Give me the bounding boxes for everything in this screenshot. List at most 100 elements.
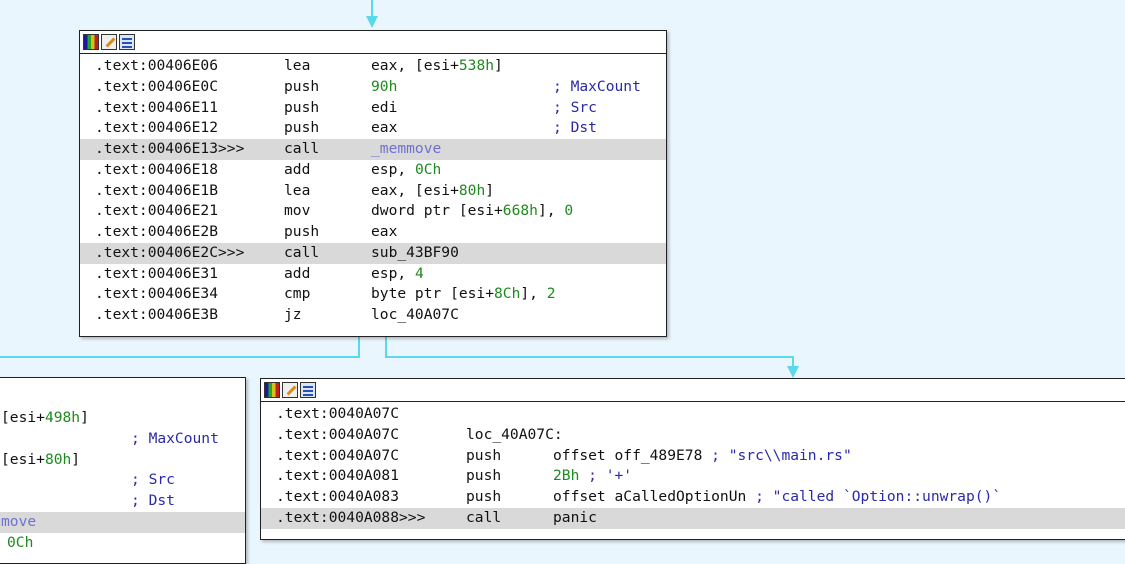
address: .text:0040A088>>> bbox=[276, 508, 426, 526]
mnemonic: push bbox=[466, 446, 502, 464]
mnemonic: push bbox=[284, 119, 320, 137]
code-line[interactable]: .text:0040A07C bbox=[261, 404, 1125, 425]
code-line[interactable]: .text:0040A083 push offset aCalledOptionUn… bbox=[261, 487, 1125, 508]
node-list-icon[interactable] bbox=[300, 382, 316, 398]
mnemonic: push bbox=[284, 98, 320, 116]
operand-text: ], bbox=[520, 285, 547, 303]
operand-symbol: move bbox=[1, 512, 37, 530]
code-line[interactable]: .text:00406E0C push ; MaxCount 90h bbox=[80, 77, 666, 98]
disassembly-listing: .text:00406E06 lea eax, [esi+538h] .text:00… bbox=[80, 54, 666, 326]
comment: ; Src bbox=[131, 471, 175, 489]
code-line[interactable]: 0Ch bbox=[0, 533, 245, 554]
code-block-node-40A07C[interactable]: .text:0040A07C .text:0040A07C loc_40A07C:.… bbox=[260, 378, 1125, 540]
operand-number: 2 bbox=[546, 285, 556, 303]
code-line[interactable]: [esi+498h] bbox=[0, 408, 245, 429]
code-line[interactable]: .text:00406E21 mov dword ptr [esi+668h], 0 bbox=[80, 201, 666, 222]
arrowhead-loc-40A07C bbox=[787, 366, 799, 378]
code-line[interactable]: .text:0040A07C loc_40A07C: bbox=[261, 425, 1125, 446]
code-line[interactable]: .text:00406E34 cmp byte ptr [esi+8Ch], 2 bbox=[80, 284, 666, 305]
operand-text: sub_43BF90 bbox=[371, 243, 459, 261]
edge-fallthrough bbox=[0, 335, 360, 358]
operand-text: ] bbox=[485, 181, 495, 199]
address: .text:00406E2B bbox=[95, 223, 219, 240]
edit-node-icon[interactable] bbox=[282, 382, 298, 398]
operands: dword ptr [esi+668h], 0 bbox=[371, 201, 573, 222]
operand-text: panic bbox=[553, 508, 597, 526]
code-line[interactable]: .text:00406E2C>>> call sub_43BF90 bbox=[80, 242, 666, 264]
mnemonic: add bbox=[284, 160, 311, 178]
comment: ; Src bbox=[553, 98, 597, 116]
mnemonic: push bbox=[466, 488, 502, 505]
code-line[interactable]: .text:00406E2B push eax bbox=[80, 222, 666, 243]
comment: ; Dst bbox=[553, 119, 597, 137]
operands: eax bbox=[371, 222, 397, 243]
mnemonic: call bbox=[284, 243, 320, 261]
code-line[interactable]: ; Src bbox=[0, 470, 245, 491]
code-line[interactable]: .text:00406E06 lea eax, [esi+538h] bbox=[80, 56, 666, 77]
address: .text:00406E3B bbox=[95, 306, 219, 323]
operand-text: loc_40A07C bbox=[371, 306, 459, 323]
address: .text:0040A07C bbox=[276, 425, 400, 443]
address: .text:00406E21 bbox=[95, 202, 219, 220]
comment: ; Dst bbox=[131, 492, 175, 509]
operand-text: esp, bbox=[371, 264, 415, 282]
operands: esp, 0Ch bbox=[371, 160, 441, 181]
comment: ; MaxCount bbox=[553, 77, 641, 95]
operands: move bbox=[1, 512, 36, 533]
code-line[interactable]: .text:0040A088>>> call panic bbox=[261, 507, 1125, 529]
address: .text:00406E06 bbox=[95, 57, 219, 74]
code-line[interactable]: ; Dst bbox=[0, 491, 245, 512]
operands: edi bbox=[371, 98, 397, 119]
operands: eax, [esi+538h] bbox=[371, 56, 503, 77]
mnemonic: add bbox=[284, 264, 311, 282]
node-header bbox=[80, 31, 666, 54]
operand-text: ] bbox=[80, 409, 89, 426]
code-line[interactable]: move bbox=[0, 511, 245, 533]
code-line[interactable]: .text:00406E18 add esp, 0Ch bbox=[80, 160, 666, 181]
code-line[interactable]: .text:00406E31 add esp, 4 bbox=[80, 264, 666, 285]
comment: ; '+' bbox=[588, 467, 633, 485]
address: .text:0040A07C bbox=[276, 446, 400, 464]
address: .text:0040A083 bbox=[276, 488, 400, 505]
operand-text: dword ptr [esi+ bbox=[371, 202, 503, 220]
mnemonic: push bbox=[284, 223, 320, 240]
code-block-node-partial[interactable]: [esi+498h]; MaxCount [esi+80h]; Src ; Dst m… bbox=[0, 377, 246, 564]
node-list-icon[interactable] bbox=[119, 34, 135, 50]
code-line[interactable]: .text:00406E12 push ; Dst eax bbox=[80, 118, 666, 139]
operand-text: byte ptr [esi+ bbox=[371, 285, 495, 303]
graph-canvas[interactable]: .text:00406E06 lea eax, [esi+538h] .text:00… bbox=[0, 0, 1125, 564]
graph-view-icon[interactable] bbox=[83, 34, 99, 50]
code-line[interactable]: .text:00406E11 push ; Src edi bbox=[80, 98, 666, 119]
operand-number: 4 bbox=[414, 264, 424, 282]
operand-text: ] bbox=[71, 450, 81, 468]
code-line[interactable]: .text:00406E3B jz loc_40A07C bbox=[80, 305, 666, 326]
arrowhead-top bbox=[366, 16, 378, 28]
operand-text bbox=[579, 467, 588, 484]
code-line[interactable]: .text:00406E1B lea eax, [esi+80h] bbox=[80, 181, 666, 202]
operand-number: 0 bbox=[564, 202, 574, 220]
operands: 2Bh ; '+' bbox=[553, 466, 632, 487]
disassembly-listing: .text:0040A07C .text:0040A07C loc_40A07C:.… bbox=[261, 402, 1125, 529]
address: .text:00406E31 bbox=[95, 264, 219, 282]
code-line[interactable]: .text:0040A07C push offset off_489E78 ; "s… bbox=[261, 446, 1125, 467]
mnemonic: lea bbox=[284, 181, 311, 199]
operand-symbol: _memmove bbox=[371, 140, 442, 157]
comment: ; "called `Option::unwrap()` bbox=[755, 488, 1002, 505]
operand-text: offset aCalledOptionUn bbox=[553, 488, 756, 505]
mnemonic: push bbox=[284, 77, 320, 95]
graph-view-icon[interactable] bbox=[264, 382, 280, 398]
operands: 0Ch bbox=[7, 533, 33, 554]
address: .text:00406E0C bbox=[95, 77, 219, 95]
code-block-node-406E06[interactable]: .text:00406E06 lea eax, [esi+538h] .text:00… bbox=[79, 30, 667, 337]
code-line[interactable]: .text:00406E13>>> call _memmove bbox=[80, 139, 666, 160]
operands: byte ptr [esi+8Ch], 2 bbox=[371, 284, 556, 305]
code-line[interactable]: [esi+80h] bbox=[0, 450, 245, 471]
operand-number: 668h bbox=[502, 202, 538, 220]
code-line[interactable]: .text:0040A081 push 2Bh ; '+' bbox=[261, 466, 1125, 487]
operand-text: offset off_489E78 bbox=[553, 446, 712, 464]
edit-node-icon[interactable] bbox=[101, 34, 117, 50]
code-line[interactable]: ; MaxCount bbox=[0, 429, 245, 450]
address: .text:00406E2C>>> bbox=[95, 243, 245, 261]
operand-text: eax, [esi+ bbox=[371, 57, 459, 74]
operands: _memmove bbox=[371, 139, 441, 160]
